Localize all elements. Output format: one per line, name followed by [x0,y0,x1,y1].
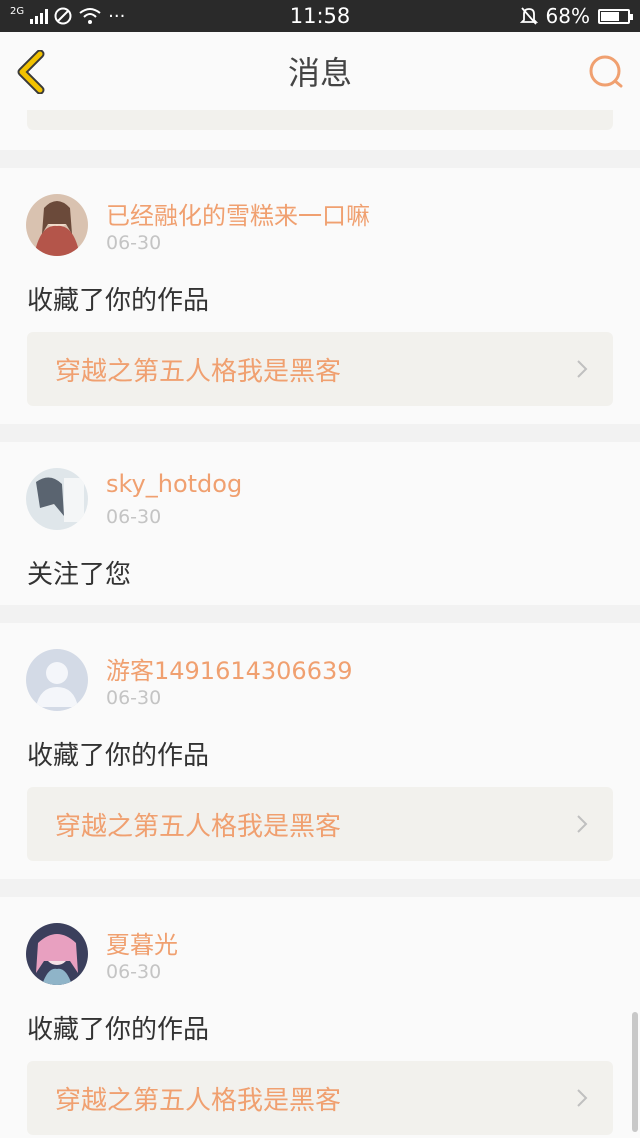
message-card: sky_hotdog 06-30 关注了您 [0,442,640,605]
divider [0,150,640,168]
avatar[interactable] [26,649,88,711]
message-date: 06-30 [106,961,162,983]
work-link[interactable]: 穿越之第五人格我是黑客 [27,787,613,861]
divider [0,424,640,442]
chevron-right-icon [577,360,588,378]
avatar[interactable] [26,194,88,256]
dnd-icon [54,7,72,25]
avatar[interactable] [26,923,88,985]
message-date: 06-30 [106,232,162,254]
chevron-left-icon[interactable] [14,50,54,94]
battery-percent: 68% [545,4,590,28]
battery-icon [598,8,633,24]
message-date: 06-30 [106,687,162,709]
chevron-right-icon [577,815,588,833]
search-icon[interactable] [586,52,626,92]
work-link-partial[interactable] [27,110,613,130]
more-status-icon: ··· [108,5,126,27]
username[interactable]: 游客1491614306639 [106,651,353,686]
divider [0,879,640,897]
previous-card-partial [0,110,640,150]
work-title: 穿越之第五人格我是黑客 [55,811,342,842]
message-card: 夏暮光 06-30 收藏了你的作品 穿越之第五人格我是黑客 [0,897,640,1138]
status-left: 2G ··· [10,6,210,27]
chevron-right-icon [577,1089,588,1107]
action-text: 收藏了你的作品 [27,741,210,771]
work-link[interactable]: 穿越之第五人格我是黑客 [27,332,613,406]
message-card: 游客1491614306639 06-30 收藏了你的作品 穿越之第五人格我是黑… [0,623,640,879]
username[interactable]: 已经融化的雪糕来一口嘛 [106,196,370,231]
page-title: 消息 [287,54,352,92]
work-link[interactable]: 穿越之第五人格我是黑客 [27,1061,613,1135]
username[interactable]: sky_hotdog [106,470,242,498]
bell-muted-icon [519,7,538,25]
action-text: 收藏了你的作品 [27,1015,210,1045]
status-time: 11:58 [289,4,351,28]
work-title: 穿越之第五人格我是黑客 [55,356,342,387]
status-right: 68% [430,4,633,28]
network-type-label: 2G [10,5,25,17]
username[interactable]: 夏暮光 [106,925,178,960]
signal-icon [30,8,49,24]
avatar[interactable] [26,468,88,530]
action-text: 收藏了你的作品 [27,286,210,316]
nav-header: 消息 [0,32,640,111]
work-title: 穿越之第五人格我是黑客 [55,1085,342,1116]
message-list[interactable]: 已经融化的雪糕来一口嘛 06-30 收藏了你的作品 穿越之第五人格我是黑客 sk… [0,110,640,1138]
status-bar: 2G ··· 11:58 68% [0,0,640,32]
message-date: 06-30 [106,506,162,528]
wifi-icon [79,8,101,24]
divider [0,605,640,623]
action-text: 关注了您 [27,560,132,590]
scrollbar[interactable] [632,1012,638,1132]
message-card: 已经融化的雪糕来一口嘛 06-30 收藏了你的作品 穿越之第五人格我是黑客 [0,168,640,424]
